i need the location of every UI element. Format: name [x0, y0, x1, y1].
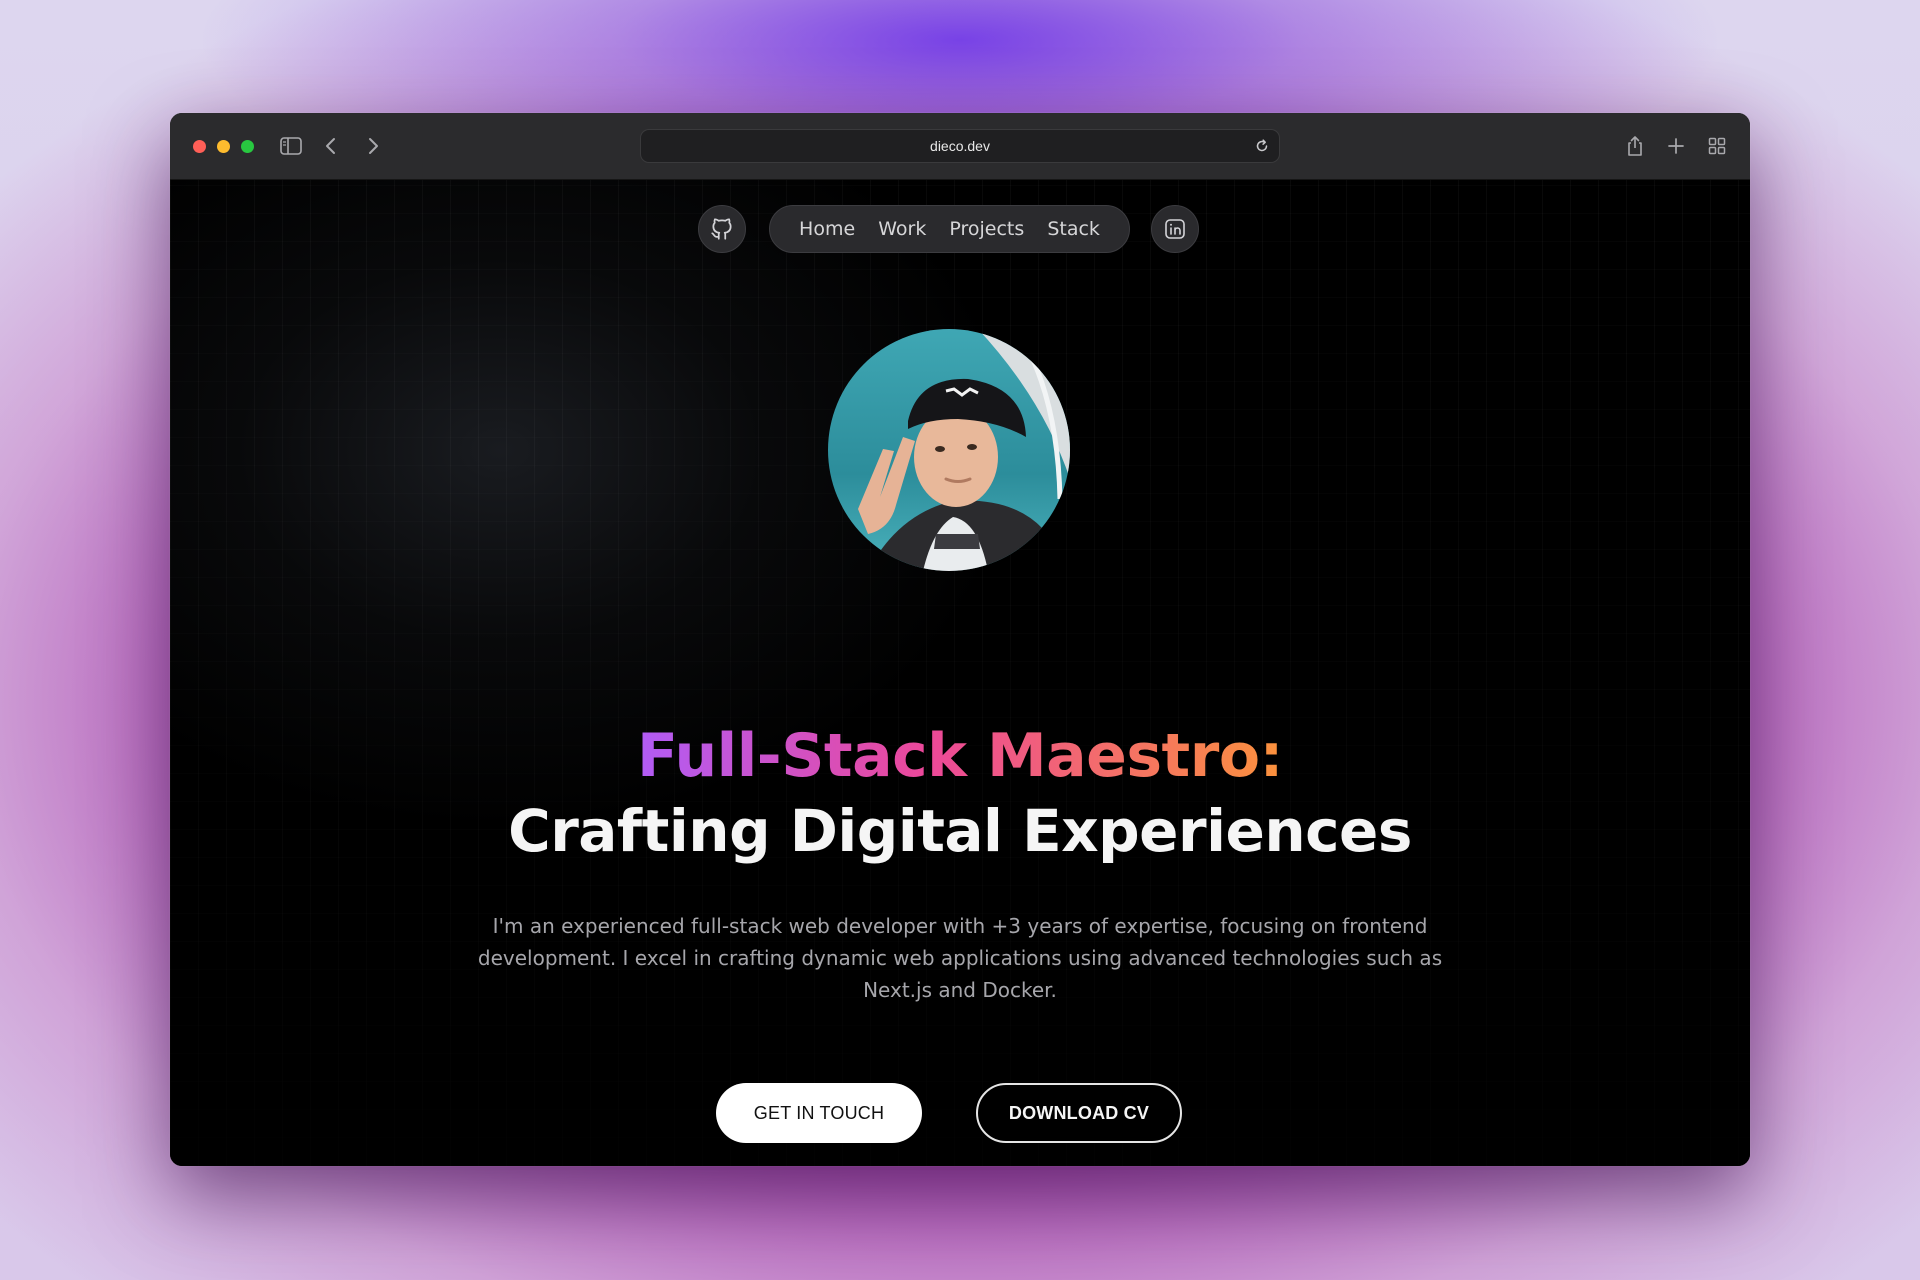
hero-bio: I'm an experienced full-stack web develo…	[477, 914, 1443, 1002]
nav-link-stack[interactable]: Stack	[1047, 218, 1100, 240]
linkedin-icon	[1163, 217, 1187, 241]
zoom-window-button[interactable]	[241, 140, 254, 153]
address-bar[interactable]: dieco.dev	[640, 129, 1280, 163]
github-icon	[709, 216, 735, 242]
get-in-touch-button[interactable]: GET IN TOUCH	[716, 1083, 922, 1143]
browser-window: dieco.dev Home Work Projects Stack Full-…	[170, 113, 1750, 1166]
nav-link-home[interactable]: Home	[799, 218, 855, 240]
minimize-window-button[interactable]	[217, 140, 230, 153]
url-text: dieco.dev	[930, 138, 990, 154]
share-icon[interactable]	[1622, 133, 1648, 159]
linkedin-link[interactable]	[1151, 205, 1199, 253]
tab-overview-icon[interactable]	[1704, 133, 1730, 159]
github-link[interactable]	[698, 205, 746, 253]
hero-headline-accent: Full-Stack Maestro:	[170, 726, 1750, 786]
headline-accent-text: Full-Stack Maestro:	[636, 721, 1284, 791]
page-viewport: Home Work Projects Stack Full-Stack Maes…	[170, 180, 1750, 1166]
main-navigation: Home Work Projects Stack	[769, 205, 1130, 253]
profile-avatar	[828, 329, 1070, 571]
new-tab-icon[interactable]	[1663, 133, 1689, 159]
nav-link-projects[interactable]: Projects	[949, 218, 1024, 240]
reload-icon[interactable]	[1253, 137, 1271, 155]
forward-arrow-icon[interactable]	[360, 133, 386, 159]
back-arrow-icon[interactable]	[318, 133, 344, 159]
close-window-button[interactable]	[193, 140, 206, 153]
hero-headline: Crafting Digital Experiences	[508, 797, 1412, 865]
nav-link-work[interactable]: Work	[878, 218, 926, 240]
download-cv-button[interactable]: DOWNLOAD CV	[976, 1083, 1182, 1143]
browser-toolbar: dieco.dev	[170, 113, 1750, 180]
sidebar-toggle-icon[interactable]	[278, 133, 304, 159]
